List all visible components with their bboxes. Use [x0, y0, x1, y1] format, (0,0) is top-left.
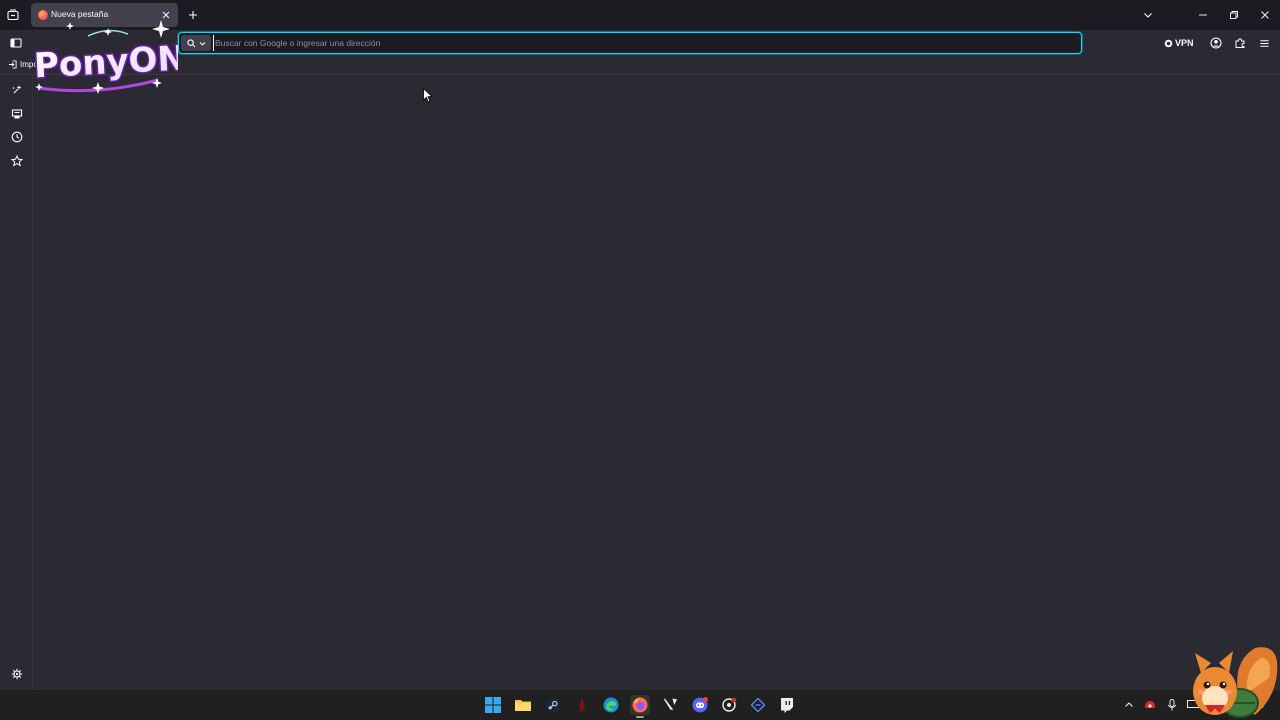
- dev-tool-icon: [751, 698, 765, 712]
- search-mode-button[interactable]: [181, 35, 211, 51]
- bookmarks-toolbar: Importar marcadores: [0, 56, 1280, 75]
- taskbar-valorant[interactable]: [660, 695, 680, 715]
- taskbar-app[interactable]: [572, 695, 592, 715]
- squirrel-mascot-overlay: [1185, 633, 1280, 720]
- taskbar-twitch[interactable]: [777, 695, 797, 715]
- chevron-down-icon: [1144, 13, 1152, 18]
- taskbar-dev-tool[interactable]: [748, 695, 768, 715]
- steam-icon: [544, 697, 560, 713]
- sidebar: [0, 75, 33, 689]
- synced-tabs-icon: [11, 108, 22, 118]
- taskbar-steam[interactable]: [542, 695, 562, 715]
- sidebar-history-button[interactable]: [8, 128, 25, 145]
- sidebar-bookmarks-button[interactable]: [8, 152, 25, 169]
- windows-taskbar: 26: [0, 689, 1280, 720]
- active-indicator: [636, 716, 644, 718]
- star-icon: [10, 154, 23, 167]
- restore-icon: [1229, 11, 1238, 19]
- close-window-button[interactable]: [1249, 0, 1280, 30]
- chevron-up-icon: [1125, 702, 1133, 707]
- valorant-icon: [663, 698, 677, 710]
- taskbar-edge[interactable]: [601, 695, 621, 715]
- new-tab-button[interactable]: [185, 7, 201, 23]
- sparkles-icon: [12, 84, 21, 93]
- windows-start-icon: [485, 697, 501, 713]
- ponyon-logo: PonyON: [28, 18, 188, 98]
- plus-icon: [189, 11, 197, 19]
- minimize-button[interactable]: [1187, 0, 1218, 30]
- browser-window: Nueva pestaña Buscar con Google o ingres…: [0, 0, 1280, 720]
- folder-icon: [515, 700, 531, 711]
- discord-icon: [692, 697, 708, 713]
- taskbar-steelseries[interactable]: [719, 695, 739, 715]
- import-icon: [8, 60, 17, 69]
- sidebar-synced-tabs-button[interactable]: [8, 105, 25, 122]
- taskbar-start-button[interactable]: [483, 695, 503, 715]
- vpn-shield-icon: [1164, 39, 1173, 47]
- sidebar-icon: [10, 38, 22, 48]
- tab-list-button[interactable]: [4, 6, 22, 24]
- tab-list-icon: [7, 9, 19, 21]
- mouse-cursor-icon: [423, 88, 433, 103]
- taskbar-firefox[interactable]: [630, 695, 650, 718]
- microphone-icon: [1167, 699, 1177, 711]
- close-icon: [1260, 11, 1269, 19]
- page-content: [33, 75, 1280, 689]
- vpn-label: VPN: [1175, 38, 1194, 48]
- gear-icon: [11, 668, 22, 679]
- tray-app-icon: [1145, 701, 1155, 708]
- minimize-icon: [1198, 14, 1207, 16]
- search-icon: [186, 38, 195, 47]
- restore-button[interactable]: [1218, 0, 1249, 30]
- tray-overflow-button[interactable]: [1122, 698, 1136, 712]
- edge-icon: [603, 697, 619, 713]
- svg-text:PonyON: PonyON: [33, 38, 178, 86]
- account-icon: [1210, 37, 1222, 49]
- chevron-down-icon: [199, 41, 205, 46]
- app-icon: [579, 697, 585, 713]
- taskbar-discord[interactable]: [690, 695, 710, 715]
- app-menu-button[interactable]: [1256, 35, 1272, 51]
- puzzle-piece-icon: [1235, 38, 1245, 48]
- twitch-icon: [781, 697, 793, 713]
- vpn-button[interactable]: VPN: [1164, 36, 1194, 50]
- tab-strip: Nueva pestaña: [0, 0, 1280, 30]
- url-input[interactable]: [213, 35, 1073, 51]
- firefox-icon: [632, 697, 648, 713]
- clock-icon: [11, 131, 22, 142]
- squirrel-mascot-icon: [1193, 647, 1278, 718]
- sidebar-ai-chatbot-button[interactable]: [8, 81, 25, 98]
- extensions-button[interactable]: [1232, 35, 1248, 51]
- address-bar[interactable]: [178, 32, 1082, 54]
- sidebar-settings-button[interactable]: [8, 665, 25, 682]
- steelseries-icon: [722, 697, 737, 712]
- taskbar-file-explorer[interactable]: [513, 695, 533, 715]
- account-button[interactable]: [1208, 35, 1224, 51]
- tray-microphone-button[interactable]: [1165, 698, 1179, 712]
- hamburger-menu-icon: [1259, 39, 1269, 47]
- list-all-tabs-button[interactable]: [1140, 7, 1156, 23]
- navigation-toolbar: VPN: [0, 30, 1280, 56]
- tray-app-button[interactable]: [1143, 698, 1157, 712]
- sidebar-toggle-button[interactable]: [8, 35, 24, 51]
- ponyon-logo-graphic: PonyON: [32, 20, 188, 94]
